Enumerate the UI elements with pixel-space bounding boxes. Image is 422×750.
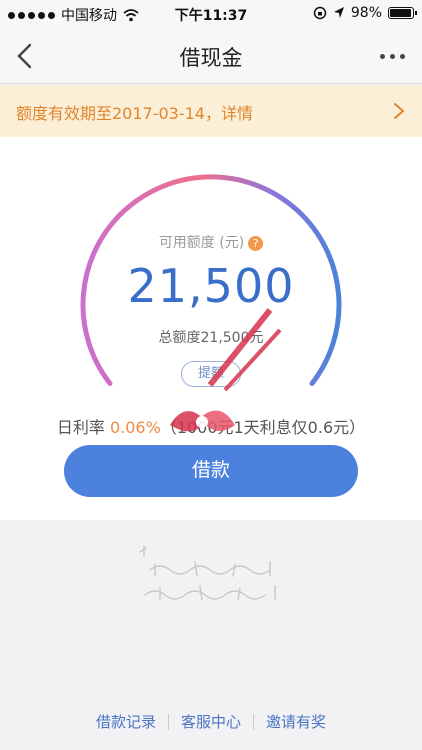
handwriting-decor-icon [139,545,276,601]
borrow-records-link[interactable]: 借款记录 [84,711,168,732]
nav-bar: 借现金 [0,28,422,84]
customer-service-link[interactable]: 客服中心 [169,711,253,732]
chevron-right-icon [394,103,405,119]
location-icon [333,7,344,18]
rotation-lock-icon [313,6,327,20]
available-label-row: 可用额度 (元)? [0,232,422,252]
validity-notice-text: 额度有效期至2017-03-14，详情 [16,104,253,123]
battery-percent: 98% [350,5,382,21]
validity-notice[interactable]: 额度有效期至2017-03-14，详情 [0,85,422,137]
invite-rewards-link[interactable]: 邀请有奖 [254,711,338,732]
more-icon[interactable] [376,46,408,66]
battery-icon [388,7,417,19]
rate-prefix: 日利率 [56,418,110,437]
help-icon[interactable]: ? [248,235,264,251]
available-label: 可用额度 (元) [158,235,245,251]
watermark-logo-icon [170,308,282,432]
status-bar-right: 98% [313,5,417,21]
footer-links: 借款记录 客服中心 邀请有奖 [0,711,422,732]
page-title: 借现金 [179,46,243,70]
status-bar: 中国移动 下午11:37 98% [0,0,422,28]
